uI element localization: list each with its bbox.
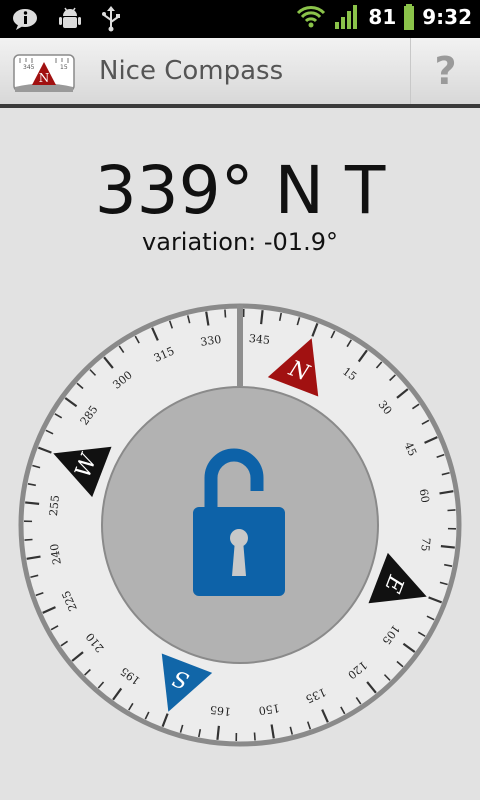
app-icon-tick-right: 15 [60,64,68,71]
dial-tick-label: 75 [418,537,432,552]
help-button[interactable]: ? [411,38,480,104]
dial-tick [440,545,455,549]
help-icon: ? [434,49,457,93]
title-bar: 345 15 N Nice Compass ? [0,38,480,108]
clock: 9:32 [422,5,472,29]
wifi-icon [297,6,326,28]
dial-tick [260,310,264,325]
compass-app-icon[interactable]: 345 15 N [12,52,76,96]
battery-icon [404,4,415,30]
dial-tick-label: 255 [47,494,62,516]
android-debug-icon [59,7,81,28]
status-bar: 81 9:32 [0,0,480,38]
dial-tick [253,732,256,741]
compass-dial[interactable]: 1530456075105120135150165195210225240255… [15,300,465,750]
variation-readout: variation: -01.9° [142,228,338,256]
app-icon-tick-left: 345 [23,64,35,71]
dial-tick-label: 165 [209,703,231,718]
signal-icon [335,5,358,29]
app-title: Nice Compass [99,56,284,86]
info-icon [13,9,37,30]
dial-tick [24,538,33,541]
dial-tick [447,509,456,512]
app-icon[interactable]: 345 15 N [12,52,76,96]
dial-tick-label: 60 [417,488,432,504]
dial-tick-label: 345 [248,332,270,347]
heading-readout: 339° N T [94,152,386,229]
app-icon-letter: N [39,71,50,85]
dial-tick [224,309,227,318]
usb-icon [102,6,120,32]
dial-tick [25,501,40,505]
battery-level: 81 [368,5,397,29]
dial-tick [216,725,220,740]
